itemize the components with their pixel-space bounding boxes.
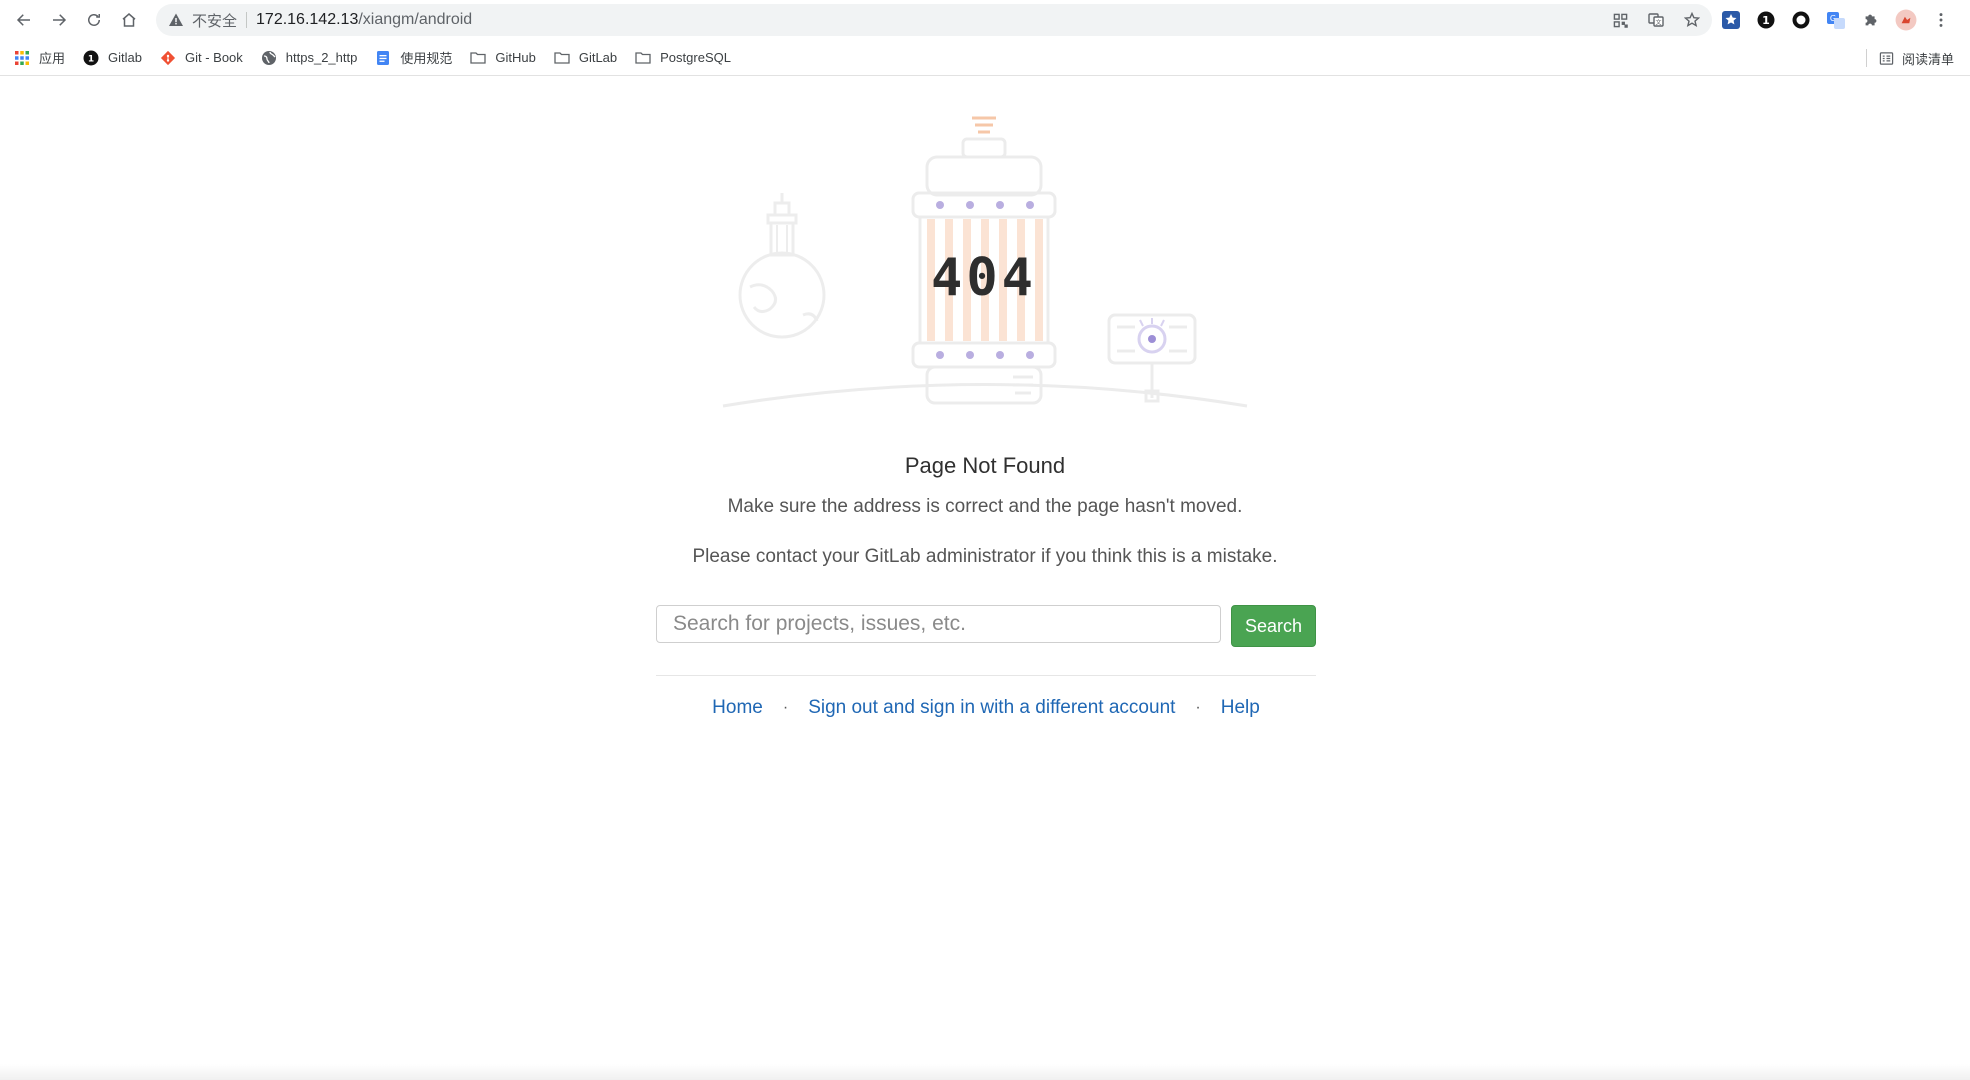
more-menu-icon[interactable] xyxy=(1928,8,1953,33)
error-message-contact-admin: Please contact your GitLab administrator… xyxy=(692,546,1278,567)
search-button[interactable]: Search xyxy=(1231,605,1316,647)
home-icon[interactable] xyxy=(111,2,147,38)
translate-icon[interactable]: 文 xyxy=(1644,8,1668,32)
bookmark-star-icon[interactable] xyxy=(1680,8,1704,32)
window-bottom-edge xyxy=(0,1064,1970,1080)
bookmark-gitlab[interactable]: 1 Gitlab xyxy=(83,44,142,72)
sign-out-link[interactable]: Sign out and sign in with a different ac… xyxy=(808,697,1175,719)
bookmark-label: 应用 xyxy=(39,51,66,66)
error-message-address: Make sure the address is correct and the… xyxy=(727,496,1243,517)
bookmark-label: Gitlab xyxy=(108,50,142,65)
git-logo-icon xyxy=(160,50,176,66)
doc-icon xyxy=(375,50,391,66)
folder-icon xyxy=(635,50,651,66)
bookmark-git-book[interactable]: Git - Book xyxy=(160,44,243,72)
link-separator: · xyxy=(1195,699,1201,716)
address-separator xyxy=(246,12,248,28)
link-separator: · xyxy=(782,699,789,716)
divider xyxy=(656,675,1316,676)
bookmark-label: https_2_http xyxy=(285,50,358,65)
page-title: Page Not Found xyxy=(904,453,1066,478)
url-host: 172.16.142.13 xyxy=(256,11,359,28)
bookmark-label: Git - Book xyxy=(184,50,243,65)
footer-links: Home · Sign out and sign in with a diffe… xyxy=(656,693,1316,723)
reading-list-icon xyxy=(1879,51,1894,66)
profile-avatar-icon[interactable] xyxy=(1893,8,1918,33)
bookmark-folder-github[interactable]: GitHub xyxy=(470,44,536,72)
bookmark-label: 使用规范 xyxy=(400,51,453,66)
404-code-text: 404 xyxy=(931,248,1037,308)
ring-extension-icon[interactable] xyxy=(1788,8,1813,33)
bookmark-https-2-http[interactable]: https_2_http xyxy=(261,44,358,72)
number-one-badge-icon: 1 xyxy=(83,50,99,66)
translate-extension-icon[interactable]: G xyxy=(1823,8,1848,33)
apps-grid-icon xyxy=(14,50,30,66)
bookmarks-bar: 应用 1 Gitlab Git - Book https_2_http 使用规范… xyxy=(0,40,1970,76)
bookmark-manager-extension-icon[interactable] xyxy=(1718,8,1743,33)
extensions-area: 1 G xyxy=(1718,4,1953,36)
home-link[interactable]: Home xyxy=(712,697,763,719)
reading-list-button[interactable]: 阅读清单 xyxy=(1865,44,1954,72)
bookmark-usage-guide[interactable]: 使用规范 xyxy=(375,44,452,72)
svg-text:文: 文 xyxy=(1655,19,1661,27)
number-one-extension-icon[interactable]: 1 xyxy=(1753,8,1778,33)
browser-toolbar: 不安全 172.16.142.13/xiangm/android 文 1 G xyxy=(0,0,1970,40)
folder-icon xyxy=(554,50,570,66)
help-link[interactable]: Help xyxy=(1221,697,1260,719)
404-illustration: 404 xyxy=(722,116,1248,408)
bookmark-folder-gitlab[interactable]: GitLab xyxy=(554,44,617,72)
bookmarks-divider xyxy=(1865,49,1867,67)
bookmark-apps[interactable]: 应用 xyxy=(14,44,65,72)
reading-list-label: 阅读清单 xyxy=(1901,51,1954,67)
404-machine-icon: 404 xyxy=(911,116,1057,405)
planet-icon xyxy=(738,193,826,339)
insecure-label: 不安全 xyxy=(192,12,238,30)
qr-code-icon[interactable] xyxy=(1608,8,1632,32)
search-form: Search xyxy=(656,605,1316,647)
url-path: /xiangm/android xyxy=(358,11,473,28)
bookmark-label: GitHub xyxy=(495,50,536,65)
warning-icon xyxy=(168,12,184,28)
signpost-icon xyxy=(1107,313,1197,403)
svg-text:1: 1 xyxy=(1762,14,1770,27)
folder-icon xyxy=(470,50,487,66)
bookmark-label: PostgreSQL xyxy=(660,50,731,65)
svg-text:1: 1 xyxy=(88,54,94,64)
puzzle-extensions-icon[interactable] xyxy=(1858,8,1883,33)
bookmark-label: GitLab xyxy=(578,50,618,65)
address-bar[interactable]: 不安全 172.16.142.13/xiangm/android 文 xyxy=(156,4,1712,36)
page-content: 404 Page Not Found Make sure the address… xyxy=(0,77,1970,1080)
globe-icon xyxy=(261,50,277,66)
reload-icon[interactable] xyxy=(76,2,112,38)
bookmark-folder-postgresql[interactable]: PostgreSQL xyxy=(635,44,731,72)
back-icon[interactable] xyxy=(6,2,42,38)
forward-icon[interactable] xyxy=(41,2,77,38)
search-input[interactable] xyxy=(656,605,1221,643)
omnibox-actions: 文 xyxy=(1608,8,1704,32)
